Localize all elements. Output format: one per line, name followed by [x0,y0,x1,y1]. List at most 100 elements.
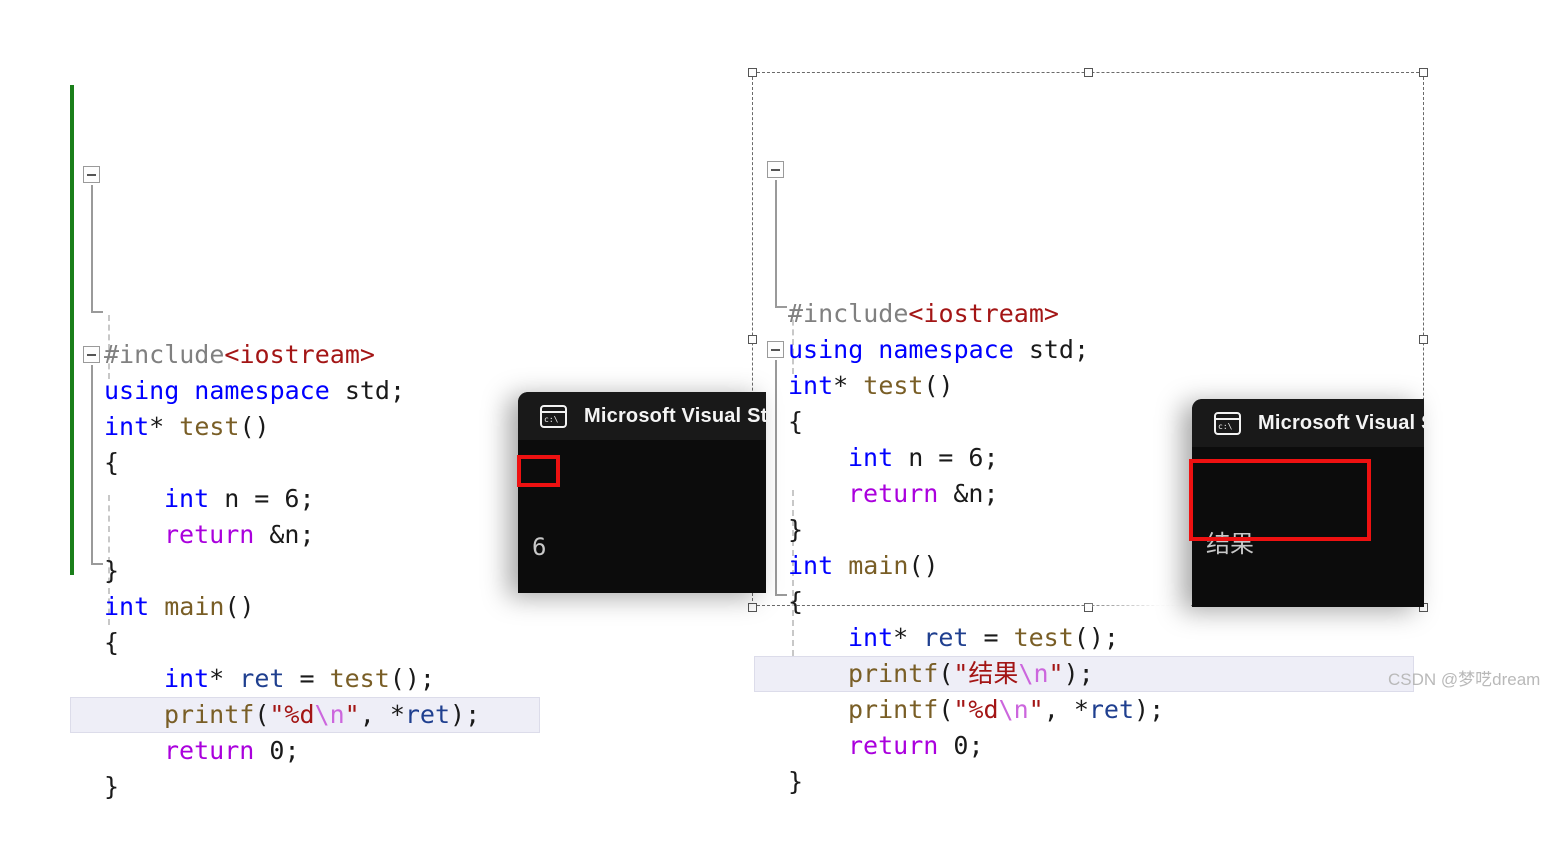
code-line[interactable]: printf("%d\n", *ret); [70,697,540,733]
code-token: \n [998,695,1029,724]
console-output-line: 结果 [1206,530,1254,558]
code-token: } [788,515,804,544]
code-token: (); [1073,623,1119,652]
code-line[interactable]: } [70,553,540,589]
code-line-content: } [104,556,119,585]
code-token: int [848,443,894,472]
code-token: printf [164,700,255,729]
code-token: #include [788,299,909,328]
code-token: " [344,700,360,729]
code-line[interactable]: printf("%d\n", *ret); [754,692,1414,728]
code-token: "%d [953,695,999,724]
code-token: ); [1063,659,1094,688]
code-token: &n; [938,479,999,508]
fold-collapse-icon[interactable] [767,161,784,178]
code-token: return [164,520,255,549]
code-line[interactable]: int* ret = test(); [754,620,1414,656]
code-token: , [359,700,390,729]
left-console-window[interactable]: c:\ Microsoft Visual Stu 6 D:\Viscul Std… [518,392,766,593]
code-token: ret [1088,695,1135,724]
code-line-content: int main() [104,592,255,621]
console-cmd-icon: c:\ [1214,411,1241,435]
csdn-watermark: CSDN @梦呓dream [1388,670,1541,689]
code-line[interactable]: using namespace std; [754,332,1414,368]
fold-collapse-icon[interactable] [83,166,100,183]
code-token: "结果 [953,659,1019,688]
fold-collapse-icon[interactable] [83,346,100,363]
left-console-body: 6 D:\Viscul Stdio\ 按任意键关闭此窗 [518,440,766,593]
selection-handle-top-right[interactable] [1419,68,1428,77]
code-token: printf [848,695,939,724]
code-token: * [209,664,240,693]
code-line[interactable]: return 0; [754,728,1414,764]
code-line-content: int* test() [104,412,270,441]
code-line[interactable]: int* test() [70,409,540,445]
right-console-window[interactable]: c:\ Microsoft Visual Stu 结果 -858993460 D… [1192,399,1424,607]
code-line[interactable]: } [754,764,1414,800]
code-token: ret [404,700,451,729]
code-line-content: int n = 6; [788,443,999,472]
code-token: using namespace [788,335,1014,364]
code-token: test [329,664,390,693]
code-line[interactable]: return &n; [70,517,540,553]
code-token: ); [450,700,481,729]
code-token: \n [314,700,345,729]
code-line[interactable]: int* ret = test(); [70,661,540,697]
code-token: ret [923,623,969,652]
code-token: return [848,479,939,508]
right-fold-rail-test [775,180,787,308]
code-token: &n; [254,520,315,549]
code-line[interactable]: printf("结果\n"); [754,656,1414,692]
code-token: , [1043,695,1074,724]
code-line-content: #include<iostream> [788,299,1059,328]
left-console-title-text: Microsoft Visual Stu [584,404,766,427]
code-token: } [104,772,120,801]
code-line[interactable]: #include<iostream> [70,337,540,373]
code-line-content: { [788,587,803,616]
right-console-titlebar[interactable]: c:\ Microsoft Visual Stu [1192,399,1424,447]
right-console-body: 结果 -858993460 D:\Viscul Stdio\ 按任意键关闭此窗 [1192,447,1424,607]
code-token: test [179,412,240,441]
code-line[interactable]: using namespace std; [70,373,540,409]
code-token: () [908,551,939,580]
code-token: ( [938,695,954,724]
code-line[interactable]: { [70,445,540,481]
code-token: ; [983,443,999,472]
code-line-content: return &n; [788,479,999,508]
code-token: () [224,592,255,621]
code-line[interactable]: return 0; [70,733,540,769]
code-token: <iostream> [224,340,375,369]
code-line[interactable]: int n = 6; [70,481,540,517]
selection-handle-middle-right[interactable] [1419,335,1428,344]
code-token: printf [848,659,939,688]
code-line-content: using namespace std; [788,335,1089,364]
code-token: ; [284,736,300,765]
code-line[interactable]: #include<iostream> [754,296,1414,332]
left-code-editor[interactable]: #include<iostream> using namespace std; in… [70,85,540,801]
left-console-titlebar[interactable]: c:\ Microsoft Visual Stu [518,392,766,440]
fold-collapse-icon[interactable] [767,341,784,358]
code-token: 6 [284,484,300,513]
code-token: n = [893,443,969,472]
code-token: std; [1013,335,1090,364]
code-token: 0 [953,731,969,760]
code-token: { [104,628,120,657]
code-token: " [1048,659,1064,688]
code-line[interactable]: { [70,625,540,661]
selection-handle-top-left[interactable] [748,68,757,77]
code-token: () [923,371,954,400]
code-token: int [848,623,894,652]
code-line[interactable]: int main() [70,589,540,625]
code-token: ; [968,731,984,760]
code-token: n = [209,484,285,513]
code-token: ; [299,484,315,513]
selection-handle-top-center[interactable] [1084,68,1093,77]
code-line-content: #include<iostream> [104,340,375,369]
code-token: ); [1134,695,1165,724]
code-token: { [104,448,120,477]
code-token: return [164,736,255,765]
code-line[interactable]: } [70,769,540,805]
